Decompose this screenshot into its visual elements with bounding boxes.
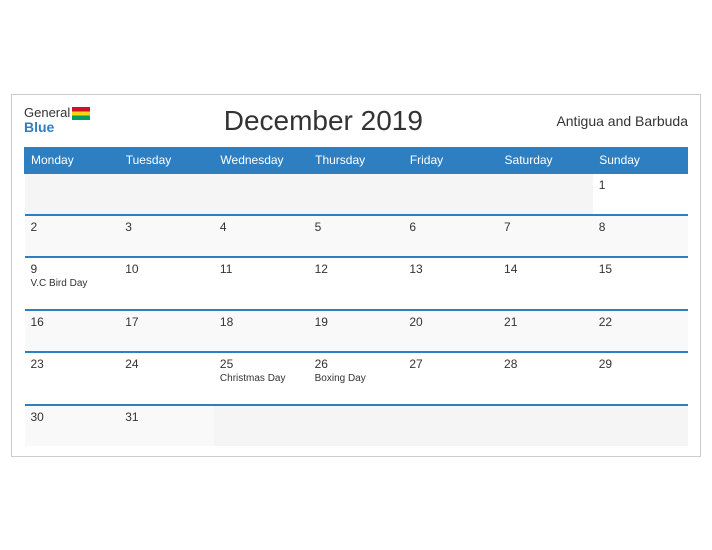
day-event: Boxing Day	[315, 373, 398, 384]
calendar-day-cell: 14	[498, 257, 593, 310]
calendar-week-row: 1	[25, 173, 688, 215]
calendar-day-cell: 22	[593, 310, 688, 352]
country-name: Antigua and Barbuda	[556, 113, 688, 129]
day-number: 24	[125, 357, 208, 371]
calendar-day-cell	[403, 173, 498, 215]
calendar-week-row: 30 31	[25, 405, 688, 446]
calendar-day-cell: 3	[119, 215, 214, 257]
calendar-day-cell: 11	[214, 257, 309, 310]
calendar-day-cell: 21	[498, 310, 593, 352]
calendar-title: December 2019	[90, 105, 556, 137]
calendar-day-cell: 18	[214, 310, 309, 352]
day-event: V.C Bird Day	[31, 278, 114, 289]
calendar-day-cell: 20	[403, 310, 498, 352]
calendar-day-cell	[214, 173, 309, 215]
calendar-day-cell: 4	[214, 215, 309, 257]
calendar-day-cell: 10	[119, 257, 214, 310]
day-event: Christmas Day	[220, 373, 303, 384]
calendar-day-cell: 25 Christmas Day	[214, 352, 309, 405]
day-number: 8	[599, 220, 682, 234]
day-number: 17	[125, 315, 208, 329]
day-number: 3	[125, 220, 208, 234]
calendar-week-row: 2345678	[25, 215, 688, 257]
calendar-header: General Blue December 2019 Antigua and B…	[24, 105, 688, 137]
calendar-day-cell: 1	[593, 173, 688, 215]
day-number: 26	[315, 357, 398, 371]
calendar-week-row: 9 V.C Bird Day 10 11 12 13 14 15	[25, 257, 688, 310]
calendar-day-cell: 12	[309, 257, 404, 310]
calendar-day-cell	[593, 405, 688, 446]
day-number: 21	[504, 315, 587, 329]
day-number: 30	[31, 410, 114, 424]
header-friday: Friday	[403, 147, 498, 173]
calendar-day-cell: 6	[403, 215, 498, 257]
calendar-day-cell	[498, 173, 593, 215]
logo-flag-icon	[72, 107, 90, 120]
calendar-day-cell: 7	[498, 215, 593, 257]
calendar-day-cell: 2	[25, 215, 120, 257]
calendar-day-cell: 13	[403, 257, 498, 310]
calendar-day-cell	[498, 405, 593, 446]
day-number: 25	[220, 357, 303, 371]
day-number: 29	[599, 357, 682, 371]
calendar-day-cell: 27	[403, 352, 498, 405]
calendar-day-cell: 19	[309, 310, 404, 352]
day-number: 22	[599, 315, 682, 329]
calendar-week-row: 23 24 25 Christmas Day 26 Boxing Day 27 28 29	[25, 352, 688, 405]
day-number: 19	[315, 315, 398, 329]
calendar-day-cell	[25, 173, 120, 215]
header-wednesday: Wednesday	[214, 147, 309, 173]
calendar-day-cell	[403, 405, 498, 446]
calendar-day-cell: 29	[593, 352, 688, 405]
header-tuesday: Tuesday	[119, 147, 214, 173]
day-number: 6	[409, 220, 492, 234]
day-number: 4	[220, 220, 303, 234]
day-number: 18	[220, 315, 303, 329]
calendar-day-cell	[309, 173, 404, 215]
day-number: 12	[315, 262, 398, 276]
calendar-day-cell: 24	[119, 352, 214, 405]
day-number: 15	[599, 262, 682, 276]
day-number: 10	[125, 262, 208, 276]
day-number: 7	[504, 220, 587, 234]
calendar-day-cell: 23	[25, 352, 120, 405]
calendar-day-cell: 5	[309, 215, 404, 257]
calendar-day-cell: 30	[25, 405, 120, 446]
header-sunday: Sunday	[593, 147, 688, 173]
logo: General Blue	[24, 106, 90, 136]
header-saturday: Saturday	[498, 147, 593, 173]
calendar-day-cell: 16	[25, 310, 120, 352]
day-number: 14	[504, 262, 587, 276]
day-number: 20	[409, 315, 492, 329]
day-number: 2	[31, 220, 114, 234]
day-number: 9	[31, 262, 114, 276]
calendar-day-cell	[119, 173, 214, 215]
day-number: 1	[599, 178, 682, 192]
weekday-header-row: Monday Tuesday Wednesday Thursday Friday…	[25, 147, 688, 173]
header-monday: Monday	[25, 147, 120, 173]
day-number: 13	[409, 262, 492, 276]
logo-general-text: General	[24, 106, 90, 120]
calendar-day-cell	[309, 405, 404, 446]
calendar-day-cell: 15	[593, 257, 688, 310]
calendar-day-cell: 9 V.C Bird Day	[25, 257, 120, 310]
calendar-day-cell	[214, 405, 309, 446]
header-thursday: Thursday	[309, 147, 404, 173]
calendar-week-row: 16 17 18 19 20 21 22	[25, 310, 688, 352]
calendar-day-cell: 28	[498, 352, 593, 405]
day-number: 16	[31, 315, 114, 329]
day-number: 11	[220, 262, 303, 276]
calendar-container: General Blue December 2019 Antigua and B…	[11, 94, 701, 457]
day-number: 23	[31, 357, 114, 371]
day-number: 5	[315, 220, 398, 234]
day-number: 28	[504, 357, 587, 371]
calendar-day-cell: 17	[119, 310, 214, 352]
logo-blue-text: Blue	[24, 120, 90, 135]
day-number: 27	[409, 357, 492, 371]
calendar-day-cell: 8	[593, 215, 688, 257]
day-number: 31	[125, 410, 208, 424]
calendar-day-cell: 31	[119, 405, 214, 446]
calendar-day-cell: 26 Boxing Day	[309, 352, 404, 405]
calendar-grid: Monday Tuesday Wednesday Thursday Friday…	[24, 147, 688, 446]
